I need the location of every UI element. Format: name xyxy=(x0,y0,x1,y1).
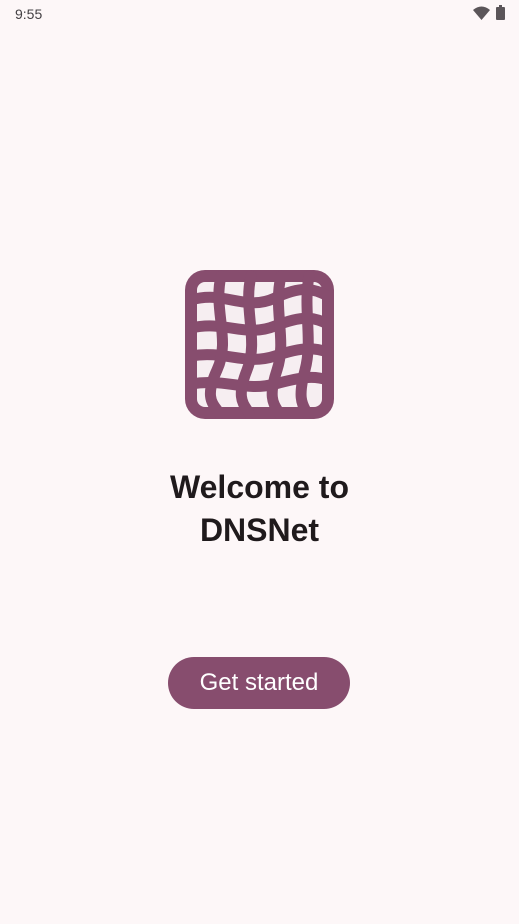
status-icons xyxy=(473,5,505,20)
welcome-line-2: DNSNet xyxy=(199,512,320,548)
get-started-button[interactable]: Get started xyxy=(168,657,350,709)
status-bar: 9:55 xyxy=(0,0,519,28)
welcome-title: Welcome to DNSNet xyxy=(0,466,519,552)
wifi-icon xyxy=(473,6,490,20)
net-grid-logo-icon xyxy=(185,270,334,419)
welcome-line-1: Welcome to xyxy=(170,469,349,505)
battery-icon xyxy=(496,5,505,20)
status-time: 9:55 xyxy=(15,6,43,22)
